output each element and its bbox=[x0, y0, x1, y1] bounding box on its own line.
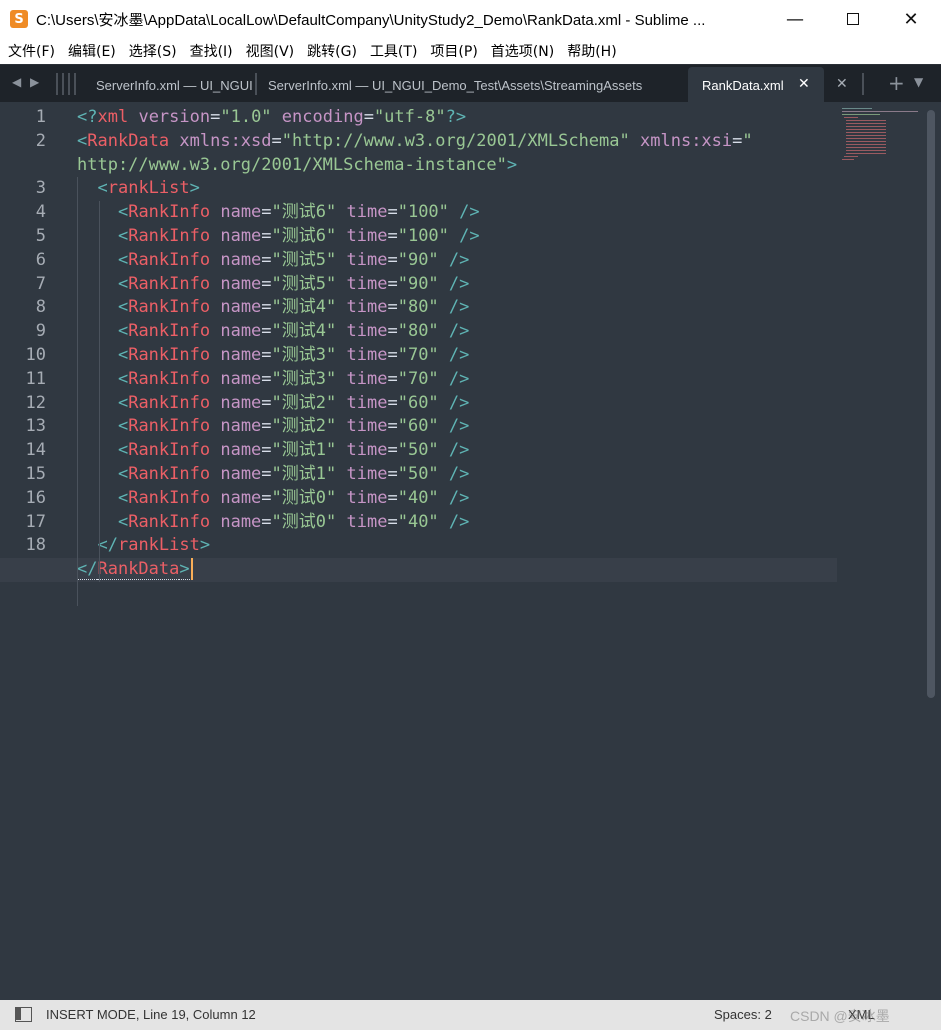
code-area[interactable]: <?xml version="1.0" encoding="utf-8"?> <… bbox=[0, 106, 837, 606]
new-tab-icon[interactable]: + bbox=[888, 71, 905, 95]
code-line-rankinfo: <RankInfo name="测试1" time="50" /> bbox=[117, 463, 470, 484]
maximize-icon bbox=[847, 13, 859, 25]
menu-selection[interactable]: 选择(S) bbox=[125, 41, 181, 61]
menu-view[interactable]: 视图(V) bbox=[242, 41, 299, 61]
menu-help[interactable]: 帮助(H) bbox=[563, 41, 620, 61]
code-line-rankinfo: <RankInfo name="测试3" time="70" /> bbox=[117, 368, 470, 389]
tab-serverinfo-1[interactable]: ServerInfo.xml — UI_NGUI bbox=[86, 67, 254, 103]
sublime-logo-icon: S bbox=[10, 10, 28, 28]
status-bar: INSERT MODE, Line 19, Column 12 Spaces: … bbox=[0, 1000, 941, 1030]
code-line-root-open: <RankData xmlns:xsd="http://www.w3.org/2… bbox=[77, 130, 753, 175]
line-number: 11 bbox=[25, 368, 46, 389]
line-number: 17 bbox=[25, 511, 46, 532]
menu-edit[interactable]: 编辑(E) bbox=[64, 41, 120, 61]
tab-label: ServerInfo.xml — UI_NGUI_Demo_Test\Asset… bbox=[268, 77, 643, 93]
line-number: 2 bbox=[35, 130, 46, 151]
rankinfo-entries: <RankInfo name="测试6" time="100" /> <Rank… bbox=[77, 201, 837, 534]
line-number: 14 bbox=[25, 440, 46, 461]
code-line-rankinfo: <RankInfo name="测试2" time="60" /> bbox=[117, 416, 470, 437]
tab-label: RankData.xml bbox=[702, 77, 784, 93]
indent-guide bbox=[77, 177, 78, 606]
status-indentation[interactable]: Spaces: 2 bbox=[714, 1007, 772, 1022]
code-line-rankinfo: <RankInfo name="测试5" time="90" /> bbox=[117, 249, 470, 270]
tab-separator bbox=[255, 73, 257, 95]
tab-bar: ◀ ▶ ServerInfo.xml — UI_NGUI ServerInfo.… bbox=[0, 64, 941, 103]
window-title: C:\Users\安冰墨\AppData\LocalLow\DefaultCom… bbox=[36, 11, 706, 29]
tab-list-icon[interactable]: ▼ bbox=[914, 75, 923, 89]
watermark: CSDN @安冰墨 bbox=[790, 1008, 890, 1024]
tab-separator bbox=[62, 73, 64, 95]
menu-find[interactable]: 查找(I) bbox=[186, 41, 237, 61]
menu-project[interactable]: 项目(P) bbox=[426, 41, 481, 61]
editor-pane[interactable]: 1 2 3 4 5 6 7 8 9 10 11 12 13 14 15 16 1… bbox=[0, 102, 941, 1000]
code-line-rankinfo: <RankInfo name="测试0" time="40" /> bbox=[117, 511, 470, 532]
code-line-rankinfo: <RankInfo name="测试1" time="50" /> bbox=[117, 440, 470, 461]
code-line-rankinfo: <RankInfo name="测试5" time="90" /> bbox=[117, 273, 470, 294]
indent-guide bbox=[99, 201, 100, 582]
minimize-button[interactable]: — bbox=[766, 0, 824, 38]
line-number: 10 bbox=[25, 344, 46, 365]
menu-goto[interactable]: 跳转(G) bbox=[303, 41, 361, 61]
line-number: 18 bbox=[25, 535, 46, 556]
vertical-scrollbar[interactable] bbox=[927, 110, 935, 698]
menu-bar: 文件(F) 编辑(E) 选择(S) 查找(I) 视图(V) 跳转(G) 工具(T… bbox=[0, 38, 941, 64]
code-line-root-close: </RankData> bbox=[0, 558, 837, 582]
line-number: 16 bbox=[25, 487, 46, 508]
line-number: 9 bbox=[35, 321, 46, 342]
tab-separator bbox=[68, 73, 70, 95]
code-line-rankinfo: <RankInfo name="测试0" time="40" /> bbox=[117, 487, 470, 508]
line-number: 6 bbox=[35, 249, 46, 270]
minimap[interactable] bbox=[840, 106, 920, 166]
tab-close-icon[interactable]: ✕ bbox=[798, 76, 810, 92]
code-line-xml-declaration: <?xml version="1.0" encoding="utf-8"?> bbox=[77, 107, 467, 127]
line-number: 8 bbox=[35, 297, 46, 318]
line-number: 13 bbox=[25, 416, 46, 437]
tab-next-icon[interactable]: ▶ bbox=[30, 75, 39, 89]
tab-close-icon[interactable]: ✕ bbox=[836, 76, 848, 92]
line-number: 5 bbox=[35, 225, 46, 246]
close-window-button[interactable]: ✕ bbox=[882, 0, 940, 38]
code-line-rankinfo: <RankInfo name="测试4" time="80" /> bbox=[117, 297, 470, 318]
text-caret bbox=[190, 558, 193, 581]
maximize-button[interactable] bbox=[824, 0, 882, 38]
code-line-rankinfo: <RankInfo name="测试3" time="70" /> bbox=[117, 344, 470, 365]
line-number: 12 bbox=[25, 392, 46, 413]
line-gutter: 1 2 3 4 5 6 7 8 9 10 11 12 13 14 15 16 1… bbox=[0, 106, 56, 582]
tab-separator bbox=[74, 73, 76, 95]
line-number: 7 bbox=[35, 273, 46, 294]
menu-tools[interactable]: 工具(T) bbox=[366, 41, 421, 61]
line-number: 15 bbox=[25, 463, 46, 484]
line-number: 4 bbox=[35, 202, 46, 223]
tab-separator bbox=[862, 73, 864, 95]
code-line-rankinfo: <RankInfo name="测试2" time="60" /> bbox=[117, 392, 470, 413]
menu-preferences[interactable]: 首选项(N) bbox=[487, 41, 558, 61]
code-line-rankinfo: <RankInfo name="测试6" time="100" /> bbox=[117, 225, 480, 246]
toggle-panel-icon[interactable] bbox=[15, 1007, 32, 1022]
tab-serverinfo-2[interactable]: ServerInfo.xml — UI_NGUI_Demo_Test\Asset… bbox=[258, 67, 658, 103]
code-line-rankinfo: <RankInfo name="测试6" time="100" /> bbox=[117, 202, 480, 223]
menu-file[interactable]: 文件(F) bbox=[4, 41, 59, 61]
code-line-ranklist-open: <rankList> bbox=[97, 178, 200, 199]
tab-prev-icon[interactable]: ◀ bbox=[12, 75, 21, 89]
tab-label: ServerInfo.xml — UI_NGUI bbox=[96, 77, 253, 93]
title-bar: S C:\Users\安冰墨\AppData\LocalLow\DefaultC… bbox=[0, 0, 941, 38]
code-line-rankinfo: <RankInfo name="测试4" time="80" /> bbox=[117, 321, 470, 342]
code-line-ranklist-close: </rankList> bbox=[97, 535, 211, 556]
status-mode: INSERT MODE, Line 19, Column 12 bbox=[46, 1007, 256, 1022]
tab-separator bbox=[56, 73, 58, 95]
line-number: 3 bbox=[35, 178, 46, 199]
line-number: 1 bbox=[35, 107, 46, 127]
